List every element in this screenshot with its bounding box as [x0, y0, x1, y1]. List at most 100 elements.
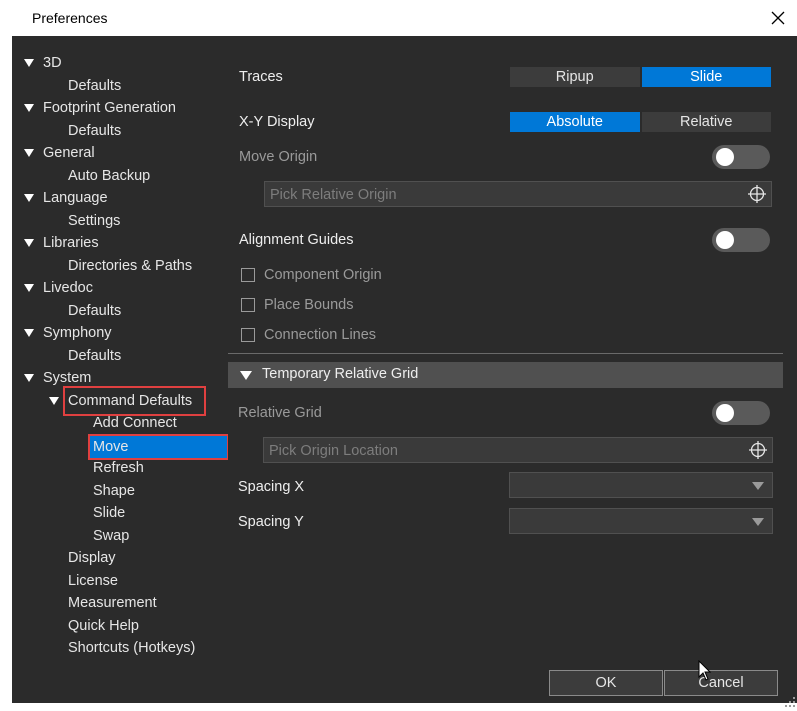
spacing-x-label: Spacing X [238, 479, 305, 495]
pick-relative-origin-field[interactable]: Pick Relative Origin [264, 181, 772, 207]
tree-item-livedoc-defaults[interactable]: Defaults [68, 300, 121, 322]
preferences-dialog: Preferences 3D Defaults Footprint Genera… [0, 0, 797, 711]
tree-item-3d-defaults[interactable]: Defaults [68, 75, 121, 97]
tree-label: Livedoc [43, 280, 93, 296]
tree-label: Quick Help [68, 618, 139, 634]
place-bounds-label: Place Bounds [264, 297, 354, 313]
settings-pane: Traces Ripup Slide X-Y Display Absolute … [228, 52, 783, 670]
resize-grip-icon[interactable] [784, 696, 796, 708]
traces-ripup-option[interactable]: Ripup [509, 66, 641, 88]
tree-label: Directories & Paths [68, 258, 193, 274]
tree-label: Move [93, 439, 129, 455]
spacing-y-label: Spacing Y [238, 514, 304, 530]
close-icon [771, 11, 785, 25]
tree-label: Slide [93, 505, 126, 521]
expand-triangle-icon [24, 59, 34, 67]
relative-grid-label: Relative Grid [238, 405, 322, 421]
expand-triangle-icon [24, 104, 34, 112]
tree-item-language-settings[interactable]: Settings [68, 210, 120, 232]
tree-label: Swap [93, 528, 130, 544]
tree-label: Add Connect [93, 415, 177, 431]
tree-item-license[interactable]: License [68, 570, 118, 592]
tree-label: Shape [93, 483, 135, 499]
tree-label: Display [68, 550, 116, 566]
cancel-button[interactable]: Cancel [664, 670, 778, 696]
window-title: Preferences [32, 10, 108, 26]
pick-relative-origin-placeholder: Pick Relative Origin [270, 187, 397, 203]
preferences-tree: 3D Defaults Footprint Generation Default… [16, 52, 229, 670]
tree-label: Language [43, 190, 108, 206]
tree-item-slide[interactable]: Slide [93, 502, 125, 524]
tree-item-display[interactable]: Display [68, 547, 116, 569]
tree-item-swap[interactable]: Swap [93, 525, 129, 547]
collapse-triangle-icon [240, 371, 252, 380]
mouse-pointer-icon [698, 660, 712, 681]
tree-label: General [43, 145, 95, 161]
tree-label: Libraries [43, 235, 99, 251]
xy-display-label: X-Y Display [239, 114, 315, 130]
tree-label: Footprint Generation [43, 100, 176, 116]
tree-item-refresh[interactable]: Refresh [93, 457, 144, 479]
place-bounds-checkbox[interactable] [241, 298, 255, 312]
toggle-knob [716, 404, 734, 422]
tree-item-shape[interactable]: Shape [93, 480, 135, 502]
xy-relative-option[interactable]: Relative [640, 111, 772, 133]
tree-label: System [43, 370, 92, 386]
toggle-knob [716, 231, 734, 249]
crosshair-icon[interactable] [747, 184, 767, 204]
tree-label: Shortcuts (Hotkeys) [68, 640, 196, 656]
component-origin-checkbox[interactable] [241, 268, 255, 282]
tree-item-auto-backup[interactable]: Auto Backup [68, 165, 150, 187]
alignment-guides-label: Alignment Guides [239, 232, 354, 248]
spacing-x-dropdown[interactable] [509, 472, 773, 498]
traces-segmented-control: Ripup Slide [509, 66, 772, 88]
tree-label: Refresh [93, 460, 144, 476]
temporary-relative-grid-header[interactable]: Temporary Relative Grid [228, 362, 783, 388]
xy-absolute-option[interactable]: Absolute [509, 111, 641, 133]
expand-triangle-icon [24, 194, 34, 202]
title-bar: Preferences [0, 0, 797, 36]
tree-label: Defaults [68, 303, 122, 319]
tree-label: Defaults [68, 123, 122, 139]
relative-grid-toggle[interactable] [712, 401, 770, 425]
tree-label: Defaults [68, 78, 122, 94]
pick-origin-location-field[interactable]: Pick Origin Location [263, 437, 773, 463]
tree-label: Settings [68, 213, 121, 229]
tree-label: Command Defaults [62, 386, 207, 416]
pick-origin-location-placeholder: Pick Origin Location [269, 443, 398, 459]
tree-item-quick-help[interactable]: Quick Help [68, 615, 139, 637]
connection-lines-checkbox[interactable] [241, 328, 255, 342]
toggle-knob [716, 148, 734, 166]
tree-label: Symphony [43, 325, 112, 341]
component-origin-label: Component Origin [264, 267, 382, 283]
crosshair-icon[interactable] [748, 440, 768, 460]
tree-item-shortcuts-hotkeys[interactable]: Shortcuts (Hotkeys) [68, 637, 195, 659]
connection-lines-label: Connection Lines [264, 327, 377, 343]
tree-item-move[interactable]: Move [88, 434, 229, 460]
expand-triangle-icon [24, 149, 34, 157]
alignment-guides-toggle[interactable] [712, 228, 770, 252]
tree-item-symphony-defaults[interactable]: Defaults [68, 345, 121, 367]
section-title: Temporary Relative Grid [262, 366, 419, 382]
tree-item-measurement[interactable]: Measurement [68, 592, 157, 614]
expand-triangle-icon [24, 374, 34, 382]
spacing-y-dropdown[interactable] [509, 508, 773, 534]
move-origin-label: Move Origin [239, 149, 318, 165]
chevron-down-icon [752, 482, 764, 490]
expand-triangle-icon [24, 329, 34, 337]
tree-item-footprint-defaults[interactable]: Defaults [68, 120, 121, 142]
close-button[interactable] [764, 4, 792, 32]
move-origin-toggle[interactable] [712, 145, 770, 169]
chevron-down-icon [752, 518, 764, 526]
tree-item-add-connect[interactable]: Add Connect [93, 412, 177, 434]
tree-label: Defaults [68, 348, 122, 364]
tree-item-directories-paths[interactable]: Directories & Paths [68, 255, 192, 277]
divider [228, 353, 783, 354]
tree-label: License [68, 573, 118, 589]
tree-label: Auto Backup [68, 168, 151, 184]
xy-display-segmented-control: Absolute Relative [509, 111, 772, 133]
traces-label: Traces [239, 69, 283, 85]
ok-button[interactable]: OK [549, 670, 663, 696]
tree-label: 3D [43, 55, 62, 71]
traces-slide-option[interactable]: Slide [640, 66, 772, 88]
